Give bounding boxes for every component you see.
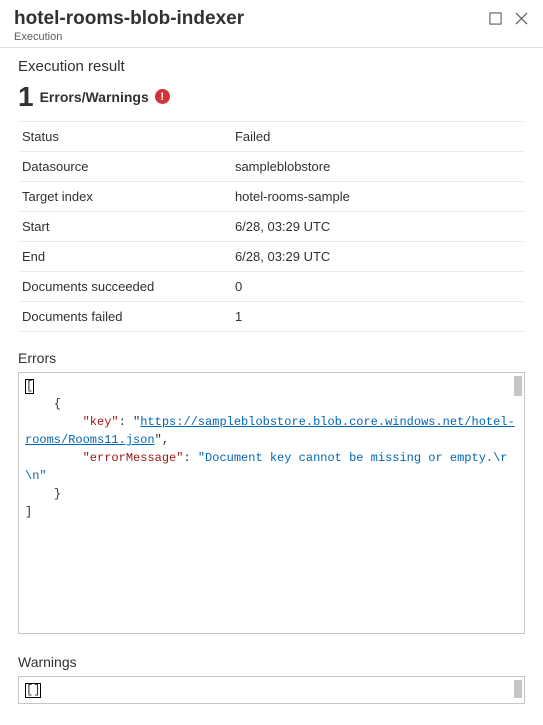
detail-value: hotel-rooms-sample — [231, 181, 525, 211]
detail-key: Start — [18, 211, 231, 241]
text-cursor: [] — [25, 683, 41, 698]
warnings-box[interactable]: [] — [18, 676, 525, 704]
warnings-title: Warnings — [18, 654, 525, 670]
detail-value: 6/28, 03:29 UTC — [231, 211, 525, 241]
table-row: Start 6/28, 03:29 UTC — [18, 211, 525, 241]
detail-key: Status — [18, 121, 231, 151]
detail-key: End — [18, 241, 231, 271]
scrollbar-thumb[interactable] — [514, 680, 522, 698]
scrollbar-thumb[interactable] — [514, 376, 522, 396]
detail-key: Documents succeeded — [18, 271, 231, 301]
errors-box[interactable]: [ { "key": "https://sampleblobstore.blob… — [18, 372, 525, 634]
detail-value: Failed — [231, 121, 525, 151]
close-icon[interactable] — [513, 10, 529, 26]
detail-value: 6/28, 03:29 UTC — [231, 241, 525, 271]
errors-warnings-count: 1 — [18, 83, 34, 111]
detail-value: 0 — [231, 271, 525, 301]
header-actions — [487, 8, 529, 26]
maximize-icon[interactable] — [487, 10, 503, 26]
table-row: Documents failed 1 — [18, 301, 525, 331]
errors-title: Errors — [18, 350, 525, 366]
header-titles: hotel-rooms-blob-indexer Execution — [14, 8, 244, 43]
errors-warnings-label: Errors/Warnings — [40, 89, 149, 105]
alert-icon: ! — [155, 89, 170, 104]
table-row: Target index hotel-rooms-sample — [18, 181, 525, 211]
table-row: End 6/28, 03:29 UTC — [18, 241, 525, 271]
panel-title: hotel-rooms-blob-indexer — [14, 8, 244, 31]
execution-result-title: Execution result — [18, 58, 525, 75]
detail-value: sampleblobstore — [231, 151, 525, 181]
panel-content: Execution result 1 Errors/Warnings ! Sta… — [0, 48, 543, 725]
detail-key: Target index — [18, 181, 231, 211]
panel-header: hotel-rooms-blob-indexer Execution — [0, 0, 543, 48]
table-row: Status Failed — [18, 121, 525, 151]
detail-key: Datasource — [18, 151, 231, 181]
errors-json: [ { "key": "https://sampleblobstore.blob… — [25, 377, 518, 521]
table-row: Documents succeeded 0 — [18, 271, 525, 301]
text-cursor: [ — [25, 379, 34, 394]
detail-key: Documents failed — [18, 301, 231, 331]
panel-subtitle: Execution — [14, 31, 244, 43]
execution-details-table: Status Failed Datasource sampleblobstore… — [18, 121, 525, 332]
warnings-json: [] — [25, 681, 518, 699]
execution-panel: hotel-rooms-blob-indexer Execution Execu… — [0, 0, 543, 725]
detail-value: 1 — [231, 301, 525, 331]
table-row: Datasource sampleblobstore — [18, 151, 525, 181]
errors-warnings-summary: 1 Errors/Warnings ! — [18, 83, 525, 111]
